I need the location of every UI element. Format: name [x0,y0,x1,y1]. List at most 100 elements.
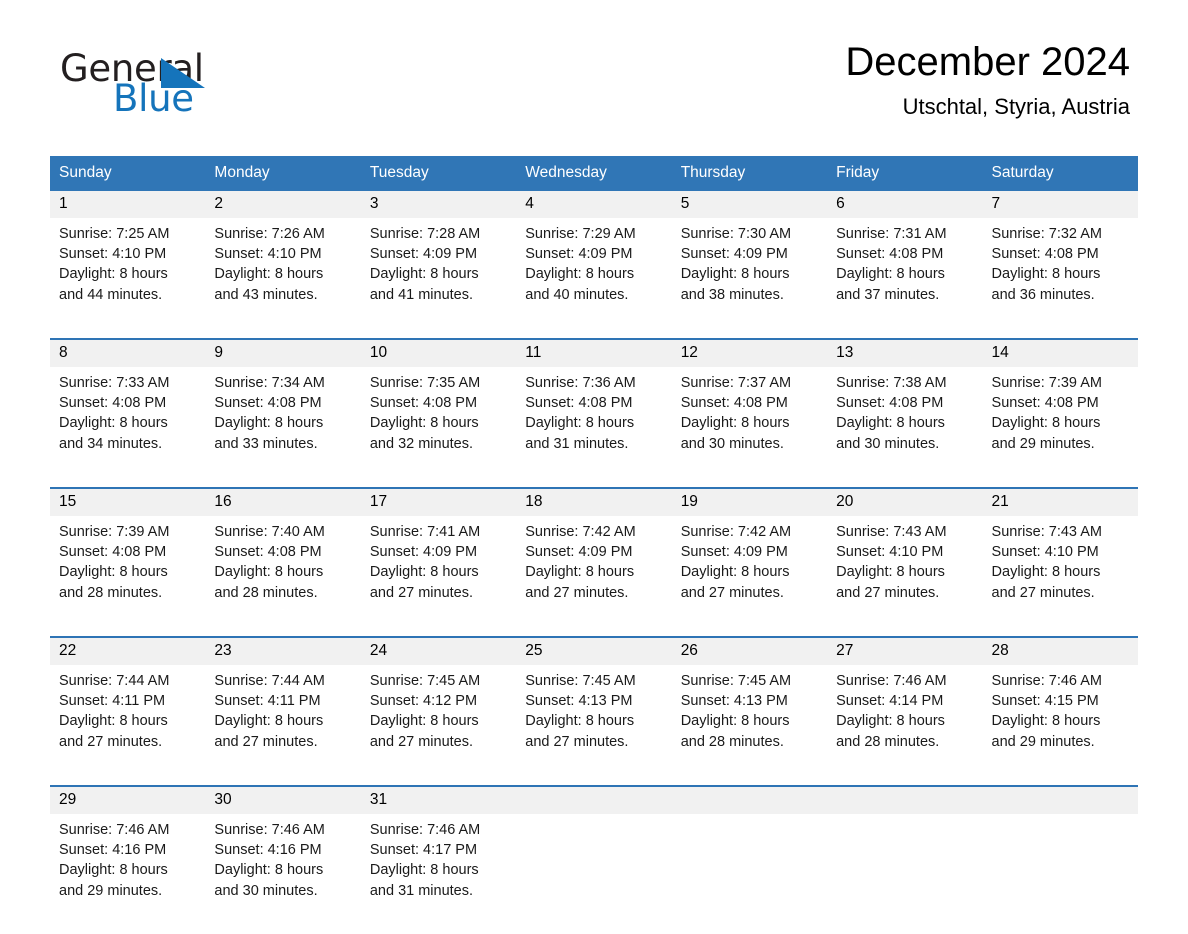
day-cell[interactable]: Sunrise: 7:28 AM Sunset: 4:09 PM Dayligh… [360,218,517,339]
day-number[interactable]: 11 [516,338,672,367]
day-cell[interactable]: Sunrise: 7:38 AM Sunset: 4:08 PM Dayligh… [827,367,983,488]
day-cell[interactable]: Sunrise: 7:40 AM Sunset: 4:08 PM Dayligh… [205,516,361,637]
day-cell[interactable]: Sunrise: 7:25 AM Sunset: 4:10 PM Dayligh… [50,218,206,339]
day-details: Sunrise: 7:45 AM Sunset: 4:13 PM Dayligh… [525,673,636,750]
day-number[interactable]: 25 [516,636,672,665]
calendar-body: 1 2 3 4 5 6 7 Sunrise: 7:25 AM Sunset: 4… [50,191,1138,934]
day-details: Sunrise: 7:36 AM Sunset: 4:08 PM Dayligh… [525,375,636,452]
day-number[interactable]: 1 [50,191,206,218]
week-1-daynum-row: 1 2 3 4 5 6 7 [50,191,1138,218]
day-number[interactable]: 23 [205,636,361,665]
day-details: Sunrise: 7:46 AM Sunset: 4:16 PM Dayligh… [214,822,325,899]
day-number-empty [982,785,1138,814]
day-details: Sunrise: 7:35 AM Sunset: 4:08 PM Dayligh… [369,375,481,452]
day-details: Sunrise: 7:40 AM Sunset: 4:08 PM Dayligh… [214,524,325,601]
day-cell[interactable]: Sunrise: 7:37 AM Sunset: 4:08 PM Dayligh… [671,367,828,488]
day-number[interactable]: 3 [360,191,517,218]
day-details: Sunrise: 7:43 AM Sunset: 4:10 PM Dayligh… [991,524,1102,601]
day-cell[interactable]: Sunrise: 7:44 AM Sunset: 4:11 PM Dayligh… [50,665,206,786]
day-cell[interactable]: Sunrise: 7:43 AM Sunset: 4:10 PM Dayligh… [827,516,983,637]
weekday-header-monday: Monday [205,156,361,191]
week-2-daynum-row: 8 9 10 11 12 13 14 [50,338,1138,367]
day-number[interactable]: 16 [205,487,361,516]
day-number[interactable]: 29 [50,785,206,814]
day-cell[interactable]: Sunrise: 7:39 AM Sunset: 4:08 PM Dayligh… [982,367,1138,488]
day-details: Sunrise: 7:38 AM Sunset: 4:08 PM Dayligh… [836,375,947,452]
day-number[interactable]: 5 [671,191,828,218]
day-cell[interactable]: Sunrise: 7:45 AM Sunset: 4:12 PM Dayligh… [360,665,517,786]
weekday-header-tuesday: Tuesday [360,156,517,191]
day-number[interactable]: 17 [360,487,517,516]
day-cell[interactable]: Sunrise: 7:33 AM Sunset: 4:08 PM Dayligh… [50,367,206,488]
day-number[interactable]: 24 [360,636,517,665]
day-cell[interactable]: Sunrise: 7:26 AM Sunset: 4:10 PM Dayligh… [205,218,361,339]
page-title: December 2024 [845,40,1130,84]
day-cell[interactable]: Sunrise: 7:46 AM Sunset: 4:15 PM Dayligh… [982,665,1138,786]
day-number[interactable]: 21 [982,487,1138,516]
day-cell[interactable]: Sunrise: 7:34 AM Sunset: 4:08 PM Dayligh… [205,367,361,488]
day-number[interactable]: 20 [827,487,983,516]
day-cell[interactable]: Sunrise: 7:29 AM Sunset: 4:09 PM Dayligh… [516,218,672,339]
day-number[interactable]: 6 [827,191,983,218]
day-cell[interactable]: Sunrise: 7:46 AM Sunset: 4:16 PM Dayligh… [50,814,206,934]
day-details: Sunrise: 7:25 AM Sunset: 4:10 PM Dayligh… [59,226,170,303]
day-details: Sunrise: 7:45 AM Sunset: 4:13 PM Dayligh… [680,673,792,750]
day-cell[interactable]: Sunrise: 7:41 AM Sunset: 4:09 PM Dayligh… [360,516,517,637]
day-number[interactable]: 27 [827,636,983,665]
week-4-daynum-row: 22 23 24 25 26 27 28 [50,636,1138,665]
weekday-header-friday: Friday [827,156,983,191]
day-number[interactable]: 13 [827,338,983,367]
day-number[interactable]: 31 [360,785,517,814]
day-number[interactable]: 14 [982,338,1138,367]
day-cell[interactable]: Sunrise: 7:42 AM Sunset: 4:09 PM Dayligh… [516,516,672,637]
general-blue-logo[interactable]: General Blue [60,48,320,120]
day-details: Sunrise: 7:37 AM Sunset: 4:08 PM Dayligh… [680,375,792,452]
day-cell[interactable]: Sunrise: 7:35 AM Sunset: 4:08 PM Dayligh… [360,367,517,488]
day-cell[interactable]: Sunrise: 7:42 AM Sunset: 4:09 PM Dayligh… [671,516,828,637]
day-number[interactable]: 2 [205,191,361,218]
day-cell[interactable]: Sunrise: 7:32 AM Sunset: 4:08 PM Dayligh… [982,218,1138,339]
day-details: Sunrise: 7:46 AM Sunset: 4:15 PM Dayligh… [991,673,1102,750]
day-number-empty [827,785,983,814]
day-cell-empty [827,814,983,934]
day-number[interactable]: 18 [516,487,672,516]
day-number[interactable]: 26 [671,636,828,665]
week-5-daynum-row: 29 30 31 [50,785,1138,814]
day-number[interactable]: 8 [50,338,206,367]
day-details: Sunrise: 7:39 AM Sunset: 4:08 PM Dayligh… [59,524,170,601]
week-1-detail-row: Sunrise: 7:25 AM Sunset: 4:10 PM Dayligh… [50,218,1138,339]
day-details: Sunrise: 7:41 AM Sunset: 4:09 PM Dayligh… [369,524,481,601]
day-cell[interactable]: Sunrise: 7:43 AM Sunset: 4:10 PM Dayligh… [982,516,1138,637]
day-number[interactable]: 9 [205,338,361,367]
day-cell[interactable]: Sunrise: 7:39 AM Sunset: 4:08 PM Dayligh… [50,516,206,637]
day-cell[interactable]: Sunrise: 7:45 AM Sunset: 4:13 PM Dayligh… [516,665,672,786]
calendar-page: General Blue December 2024 Utschtal, Sty… [0,0,1188,934]
day-number[interactable]: 28 [982,636,1138,665]
day-number[interactable]: 22 [50,636,206,665]
day-cell[interactable]: Sunrise: 7:30 AM Sunset: 4:09 PM Dayligh… [671,218,828,339]
day-details: Sunrise: 7:46 AM Sunset: 4:17 PM Dayligh… [369,822,481,899]
day-cell-empty [982,814,1138,934]
day-cell[interactable]: Sunrise: 7:46 AM Sunset: 4:17 PM Dayligh… [360,814,517,934]
day-details: Sunrise: 7:34 AM Sunset: 4:08 PM Dayligh… [214,375,325,452]
day-cell[interactable]: Sunrise: 7:36 AM Sunset: 4:08 PM Dayligh… [516,367,672,488]
day-number[interactable]: 10 [360,338,517,367]
weekday-header-saturday: Saturday [982,156,1138,191]
day-number[interactable]: 19 [671,487,828,516]
day-details: Sunrise: 7:29 AM Sunset: 4:09 PM Dayligh… [525,226,636,303]
day-cell[interactable]: Sunrise: 7:44 AM Sunset: 4:11 PM Dayligh… [205,665,361,786]
day-cell[interactable]: Sunrise: 7:46 AM Sunset: 4:14 PM Dayligh… [827,665,983,786]
day-details: Sunrise: 7:26 AM Sunset: 4:10 PM Dayligh… [214,226,325,303]
day-cell[interactable]: Sunrise: 7:45 AM Sunset: 4:13 PM Dayligh… [671,665,828,786]
day-number[interactable]: 12 [671,338,828,367]
day-number[interactable]: 15 [50,487,206,516]
day-details: Sunrise: 7:42 AM Sunset: 4:09 PM Dayligh… [680,524,792,601]
logo-word-blue: Blue [113,77,194,120]
day-number[interactable]: 30 [205,785,361,814]
day-number[interactable]: 4 [516,191,672,218]
day-cell[interactable]: Sunrise: 7:46 AM Sunset: 4:16 PM Dayligh… [205,814,361,934]
day-cell[interactable]: Sunrise: 7:31 AM Sunset: 4:08 PM Dayligh… [827,218,983,339]
day-number[interactable]: 7 [982,191,1138,218]
week-3-detail-row: Sunrise: 7:39 AM Sunset: 4:08 PM Dayligh… [50,516,1138,637]
page-subtitle: Utschtal, Styria, Austria [902,94,1130,119]
